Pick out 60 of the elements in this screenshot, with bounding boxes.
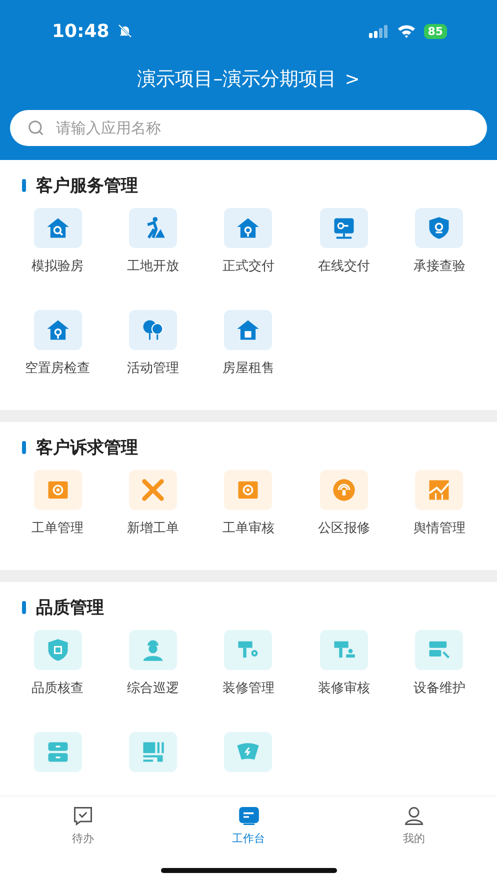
app-tile[interactable] bbox=[224, 630, 272, 670]
section-title: 客户诉求管理 bbox=[36, 436, 138, 458]
app-label: 装修审核 bbox=[318, 680, 370, 697]
app-label: 模拟验房 bbox=[32, 258, 84, 275]
app-label: 舆情管理 bbox=[413, 520, 466, 537]
section-marker bbox=[22, 600, 26, 614]
project-title[interactable]: 演示项目–演示分期项目 bbox=[137, 66, 337, 92]
app-label: 装修管理 bbox=[222, 680, 274, 697]
app-label: 工单审核 bbox=[222, 520, 274, 537]
app-label: 品质核查 bbox=[32, 680, 84, 697]
section-marker bbox=[22, 440, 26, 454]
search-field[interactable]: 请输入应用名称 bbox=[10, 110, 487, 146]
chevron-text[interactable]: > bbox=[344, 68, 360, 90]
app-tile[interactable] bbox=[34, 630, 82, 670]
battery-level: 85 bbox=[424, 24, 447, 38]
app-tile[interactable] bbox=[34, 732, 82, 772]
app-tile[interactable] bbox=[129, 470, 178, 510]
signal-circle-icon bbox=[330, 477, 357, 503]
app-tile[interactable] bbox=[224, 732, 272, 772]
app-tile[interactable] bbox=[320, 630, 368, 670]
app-label: 公区报修 bbox=[318, 520, 370, 537]
app-tile[interactable] bbox=[224, 208, 272, 248]
app-label: 活动管理 bbox=[127, 360, 180, 377]
app-tile[interactable] bbox=[224, 310, 272, 350]
app-tile[interactable] bbox=[224, 470, 272, 510]
tab[interactable]: 工作台 bbox=[166, 805, 332, 846]
app-label: 工地开放 bbox=[127, 258, 180, 275]
board-icon bbox=[238, 805, 260, 827]
app-tile[interactable] bbox=[320, 208, 368, 248]
app-label: 空置房检查 bbox=[25, 360, 90, 377]
app-tile[interactable] bbox=[34, 470, 82, 510]
app-label: 工单管理 bbox=[32, 520, 84, 537]
app-tile[interactable] bbox=[129, 732, 178, 772]
search-icon bbox=[26, 118, 46, 138]
section-title: 客户服务管理 bbox=[36, 174, 138, 196]
app-label: 综合巡逻 bbox=[127, 680, 180, 697]
app-label: 承接查验 bbox=[413, 258, 466, 275]
status-time: 10:48 bbox=[52, 20, 110, 42]
app-tile[interactable] bbox=[415, 208, 464, 248]
app-tile[interactable] bbox=[320, 470, 368, 510]
person-icon bbox=[403, 805, 426, 827]
bell-muted-icon bbox=[117, 23, 134, 39]
app-tile[interactable] bbox=[415, 630, 464, 670]
app-label: 正式交付 bbox=[222, 258, 274, 275]
app-tile[interactable] bbox=[129, 208, 178, 248]
app-tile[interactable] bbox=[129, 630, 178, 670]
app-label: 房屋租售 bbox=[222, 360, 274, 377]
tab[interactable]: 待办 bbox=[0, 805, 166, 846]
app-tile[interactable] bbox=[34, 208, 82, 248]
section-marker bbox=[22, 178, 26, 192]
section-title: 品质管理 bbox=[36, 596, 104, 618]
app-tile[interactable] bbox=[415, 470, 464, 510]
tab[interactable]: 我的 bbox=[331, 805, 497, 846]
app-label: 新增工单 bbox=[127, 520, 180, 537]
signal-icon bbox=[368, 24, 389, 38]
app-label: 设备维护 bbox=[413, 680, 466, 697]
wifi-icon bbox=[396, 24, 416, 38]
app-tile[interactable] bbox=[34, 310, 82, 350]
app-label: 在线交付 bbox=[318, 258, 370, 275]
app-tile[interactable] bbox=[129, 310, 178, 350]
